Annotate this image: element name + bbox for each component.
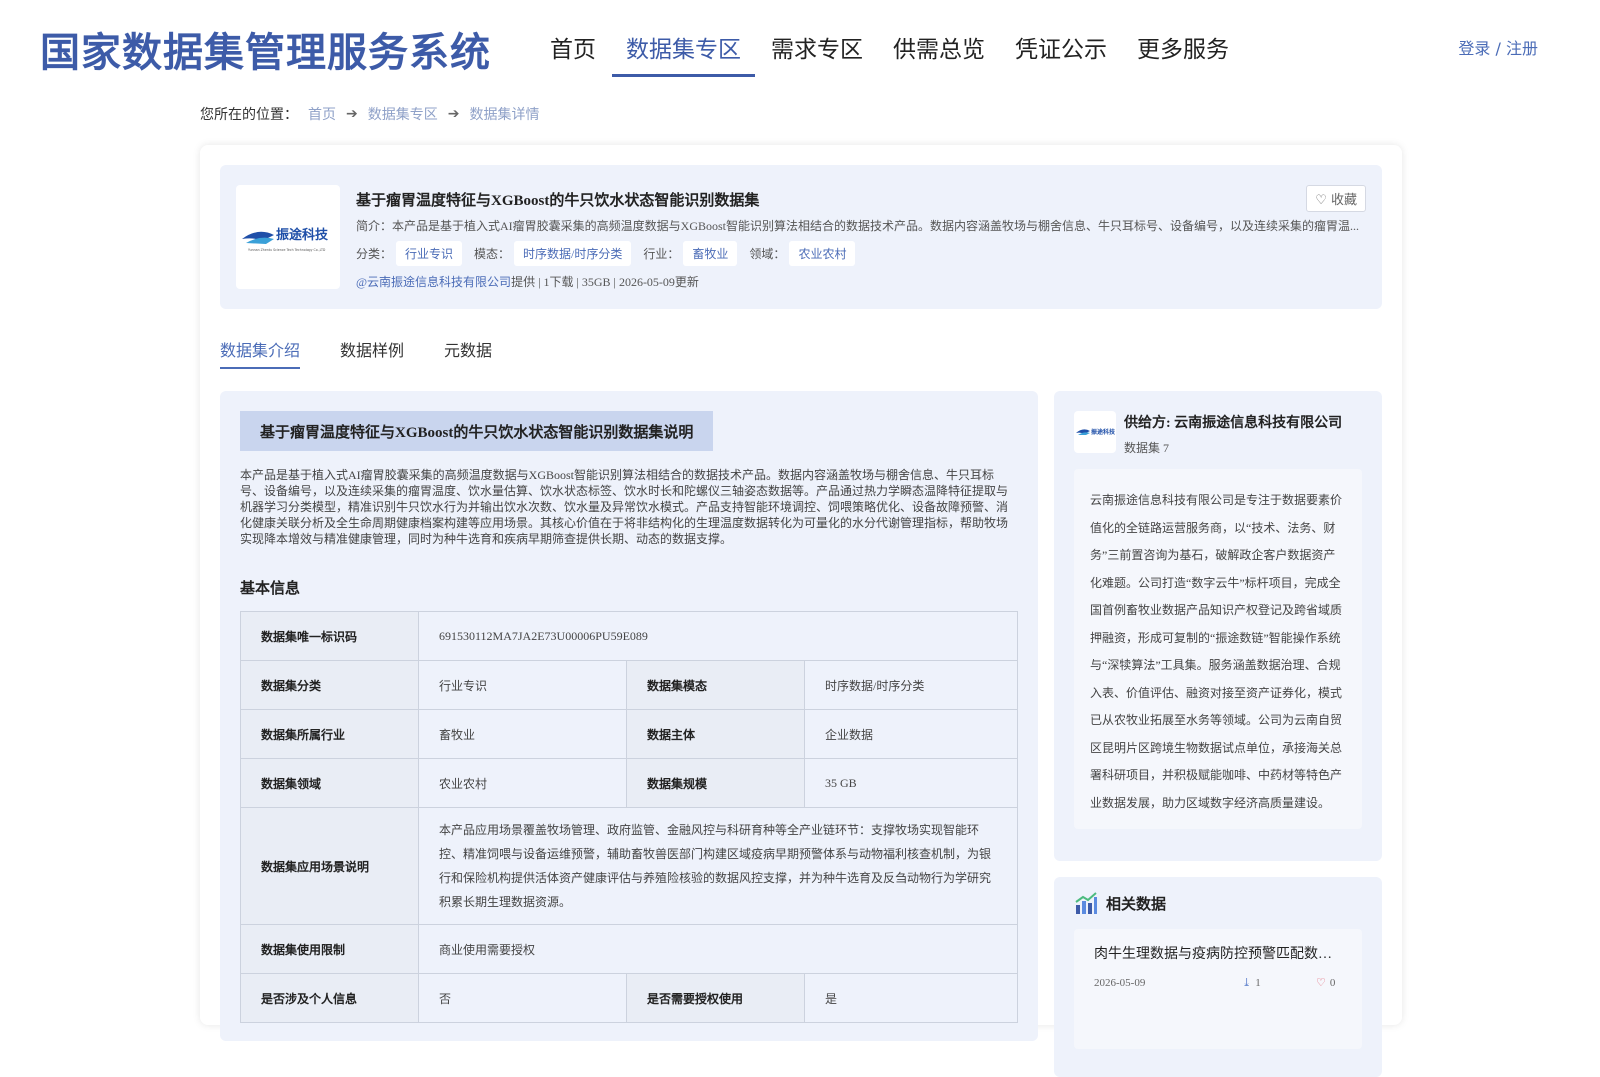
intro-heading: 基于瘤胃温度特征与XGBoost的牛只饮水状态智能识别数据集说明 xyxy=(240,411,714,451)
breadcrumb-home[interactable]: 首页 xyxy=(308,104,336,124)
nav-demands[interactable]: 需求专区 xyxy=(757,24,877,77)
arrow-right-icon: ➔ xyxy=(447,106,460,122)
top-header: 国家数据集管理服务系统 首页 数据集专区 需求专区 供需总览 凭证公示 更多服务… xyxy=(0,0,1600,80)
table-key: 是否涉及个人信息 xyxy=(240,973,419,1023)
related-data-panel: 相关数据 肉牛生理数据与疫病防控预警匹配数据集 2026-05-09 ⤓ 1 ♡… xyxy=(1054,877,1382,1077)
provider-description: 云南振途信息科技有限公司是专注于数据要素价值化的全链路运营服务商，以“技术、法务… xyxy=(1074,469,1362,829)
related-item-likes: ♡ 0 xyxy=(1316,976,1336,990)
dataset-meta: @云南振途信息科技有限公司提供 | 1下载 | 35GB | 2026-05-0… xyxy=(356,273,699,290)
breadcrumb-label: 您所在的位置： xyxy=(200,107,298,123)
bar-chart-icon xyxy=(1075,892,1097,914)
provider-dataset-count: 数据集 7 xyxy=(1124,441,1170,455)
dataset-title: 基于瘤胃温度特征与XGBoost的牛只饮水状态智能识别数据集 xyxy=(356,193,760,209)
provider-panel: 振途科技 供给方: 云南振途信息科技有限公司 数据集 7 云南振途信息科技有限公… xyxy=(1054,391,1382,861)
table-row: 数据集使用限制 商业使用需要授权 xyxy=(240,924,1018,974)
table-key: 数据集模态 xyxy=(626,660,805,710)
nav-more[interactable]: 更多服务 xyxy=(1123,24,1243,77)
nav-datasets[interactable]: 数据集专区 xyxy=(612,24,755,77)
tab-samples[interactable]: 数据样例 xyxy=(340,337,404,369)
nav-overview[interactable]: 供需总览 xyxy=(879,24,999,77)
nav-home[interactable]: 首页 xyxy=(536,24,610,77)
provider-name[interactable]: 供给方: 云南振途信息科技有限公司 xyxy=(1124,412,1342,432)
tab-intro[interactable]: 数据集介绍 xyxy=(220,337,301,369)
heart-icon: ♡ xyxy=(1315,193,1327,208)
favorite-button[interactable]: ♡ 收藏 xyxy=(1306,185,1366,212)
related-title: 相关数据 xyxy=(1106,896,1167,913)
table-row: 数据集分类 行业专识 数据集模态 时序数据/时序分类 xyxy=(240,660,1018,710)
table-value: 企业数据 xyxy=(804,709,1018,759)
related-item-title[interactable]: 肉牛生理数据与疫病防控预警匹配数据集 xyxy=(1094,943,1342,963)
main-nav: 首页 数据集专区 需求专区 供需总览 凭证公示 更多服务 xyxy=(536,24,1245,77)
like-count: 0 xyxy=(1329,976,1336,989)
table-key: 数据主体 xyxy=(626,709,805,759)
tag-industry[interactable]: 畜牧业 xyxy=(683,241,738,266)
tag-key: 模态： xyxy=(474,247,511,261)
table-row: 数据集领域 农业农村 数据集规模 35 GB xyxy=(240,758,1018,808)
tab-metadata[interactable]: 元数据 xyxy=(444,337,492,369)
company-logo-icon: 振途科技 xyxy=(1076,428,1115,436)
basic-info-title: 基本信息 xyxy=(240,581,301,597)
table-key: 数据集使用限制 xyxy=(240,924,419,974)
breadcrumb: 您所在的位置： 首页 ➔ 数据集专区 ➔ 数据集详情 xyxy=(200,104,539,124)
dataset-thumbnail: 振途科技 Yunnan Zhentu Science Tech Technolo… xyxy=(236,185,340,289)
provider-logo[interactable]: 振途科技 xyxy=(1074,411,1116,453)
related-item[interactable]: 肉牛生理数据与疫病防控预警匹配数据集 2026-05-09 ⤓ 1 ♡ 0 xyxy=(1074,929,1362,1049)
table-key: 数据集规模 xyxy=(626,758,805,808)
table-value: 商业使用需要授权 xyxy=(418,924,1018,974)
site-logo[interactable]: 国家数据集管理服务系统 xyxy=(40,20,491,78)
table-key: 数据集唯一标识码 xyxy=(240,611,419,661)
tag-modality[interactable]: 时序数据/时序分类 xyxy=(514,241,632,266)
tag-key: 分类： xyxy=(356,247,393,261)
related-item-date: 2026-05-09 xyxy=(1094,977,1146,989)
svg-text:Yunnan Zhentu Science Tech Tec: Yunnan Zhentu Science Tech Technology Co… xyxy=(248,248,326,252)
table-row: 数据集应用场景说明 本产品应用场景覆盖牧场管理、政府监管、金融风控与科研育种等全… xyxy=(240,807,1018,925)
svg-text:振途科技: 振途科技 xyxy=(276,227,329,243)
table-row: 数据集唯一标识码 691530112MA7JA2E73U00006PU59E08… xyxy=(240,611,1018,661)
download-icon: ⤓ xyxy=(1242,977,1252,989)
company-logo-icon: 振途科技 Yunnan Zhentu Science Tech Technolo… xyxy=(242,227,329,252)
nav-certificates[interactable]: 凭证公示 xyxy=(1001,24,1121,77)
table-key: 数据集分类 xyxy=(240,660,419,710)
tag-key: 行业： xyxy=(643,247,680,261)
download-count: 1 xyxy=(1255,976,1261,989)
favorite-label: 收藏 xyxy=(1330,193,1357,208)
breadcrumb-detail[interactable]: 数据集详情 xyxy=(469,104,539,124)
svg-text:振途科技: 振途科技 xyxy=(1091,428,1115,436)
table-value: 畜牧业 xyxy=(418,709,627,759)
tag-category[interactable]: 行业专识 xyxy=(396,241,463,266)
intro-panel: 基于瘤胃温度特征与XGBoost的牛只饮水状态智能识别数据集说明 本产品是基于植… xyxy=(220,391,1038,1041)
tag-domain[interactable]: 农业农村 xyxy=(789,241,856,266)
table-value: 是 xyxy=(804,973,1018,1023)
table-value: 农业农村 xyxy=(418,758,627,808)
dataset-brief: 简介：本产品是基于植入式AI瘤胃胶囊采集的高频温度数据与XGBoost智能识别算… xyxy=(356,219,1360,233)
heart-icon: ♡ xyxy=(1316,977,1326,989)
login-register-link[interactable]: 登录 / 注册 xyxy=(1458,35,1538,59)
table-key: 数据集领域 xyxy=(240,758,419,808)
related-item-downloads: ⤓ 1 xyxy=(1242,976,1261,990)
table-key: 是否需要授权使用 xyxy=(626,973,805,1023)
table-row: 是否涉及个人信息 否 是否需要授权使用 是 xyxy=(240,973,1018,1023)
detail-tabs: 数据集介绍 数据样例 元数据 xyxy=(220,337,532,369)
table-key: 数据集应用场景说明 xyxy=(240,807,419,925)
intro-text: 本产品是基于植入式AI瘤胃胶囊采集的高频温度数据与XGBoost智能识别算法相结… xyxy=(240,468,1009,546)
meta-stats: 提供 | 1下载 | 35GB | 2026-05-09更新 xyxy=(511,275,699,289)
dataset-summary: 振途科技 Yunnan Zhentu Science Tech Technolo… xyxy=(220,165,1382,309)
basic-info-table: 数据集唯一标识码 691530112MA7JA2E73U00006PU59E08… xyxy=(240,611,1018,1023)
table-row: 数据集所属行业 畜牧业 数据主体 企业数据 xyxy=(240,709,1018,759)
table-value: 行业专识 xyxy=(418,660,627,710)
arrow-right-icon: ➔ xyxy=(346,106,358,122)
table-value: 时序数据/时序分类 xyxy=(804,660,1018,710)
table-value: 本产品应用场景覆盖牧场管理、政府监管、金融风控与科研育种等全产业链环节：支撑牧场… xyxy=(418,807,1018,925)
table-value: 35 GB xyxy=(804,758,1018,808)
breadcrumb-datasets[interactable]: 数据集专区 xyxy=(368,104,438,124)
related-heading: 相关数据 xyxy=(1074,891,1166,915)
tag-key: 领域： xyxy=(749,247,786,261)
dataset-detail-card: 振途科技 Yunnan Zhentu Science Tech Technolo… xyxy=(200,145,1402,1077)
provider-link[interactable]: @云南振途信息科技有限公司 xyxy=(356,275,511,289)
dataset-tags: 分类： 行业专识 模态： 时序数据/时序分类 行业： 畜牧业 领域： 农业农村 xyxy=(356,241,867,266)
table-key: 数据集所属行业 xyxy=(240,709,419,759)
table-value: 691530112MA7JA2E73U00006PU59E089 xyxy=(418,611,1018,661)
table-value: 否 xyxy=(418,973,627,1023)
